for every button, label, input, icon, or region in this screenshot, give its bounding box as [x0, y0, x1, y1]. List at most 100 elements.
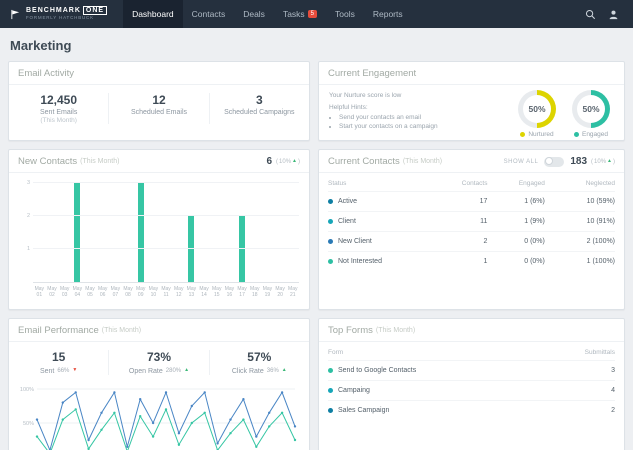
new-contacts-header: New Contacts (This Month) 6 10%: [9, 150, 309, 173]
neglected-cell: 10 (91%): [545, 218, 615, 225]
column-header-form: Form: [328, 349, 533, 356]
nav-item-tools[interactable]: Tools: [326, 0, 364, 28]
card-title: Top Forms: [328, 325, 373, 336]
form-row[interactable]: Send to Google Contacts3: [328, 360, 615, 380]
x-tick-label: May 09: [134, 286, 147, 299]
form-value: 4: [533, 387, 615, 394]
nav-item-dashboard[interactable]: Dashboard: [123, 0, 183, 28]
brand[interactable]: BENCHMARKONE FORMERLY HATCHBUCK: [0, 7, 117, 21]
form-name: Campaing: [338, 387, 370, 394]
form-name: Sales Campaign: [338, 407, 389, 414]
x-tick-label: May 07: [109, 286, 122, 299]
stat-value: 57%: [214, 350, 305, 364]
form-row[interactable]: Sales Campaign2: [328, 400, 615, 420]
brand-tagline: FORMERLY HATCHBUCK: [26, 16, 107, 21]
current-contacts-delta-arrow: [607, 159, 612, 164]
x-tick-label: May 01: [33, 286, 46, 299]
stat: 57%Click Rate36%: [209, 350, 309, 375]
user-icon[interactable]: [608, 9, 619, 20]
stat: 12,450Sent Emails(This Month): [9, 93, 108, 124]
new-contacts-xlabels: May 01May 02May 03May 04May 05May 06May …: [33, 286, 299, 299]
tasks-badge: 5: [308, 10, 317, 18]
donut-legend: Engaged: [572, 131, 610, 138]
y-tick-label: 3: [19, 180, 30, 186]
x-tick-label: May 04: [71, 286, 84, 299]
status-dot: [328, 199, 333, 204]
brand-text: BENCHMARKONE FORMERLY HATCHBUCK: [26, 7, 107, 21]
svg-text:100%: 100%: [20, 387, 34, 393]
contacts-table-body: Active171 (6%)10 (59%)Client111 (9%)10 (…: [328, 191, 615, 271]
form-cell: Send to Google Contacts: [328, 367, 533, 374]
dashboard-grid: Email Activity 12,450Sent Emails(This Mo…: [0, 61, 633, 450]
status-dot: [328, 239, 333, 244]
stat-value: 12: [113, 93, 204, 107]
bar-column: [172, 183, 185, 282]
bar-column: [286, 183, 299, 282]
stat-value: 73%: [113, 350, 204, 364]
stat: 3Scheduled Campaigns: [209, 93, 309, 124]
new-contacts-metric: 6 10%: [266, 156, 300, 167]
bar-column: [160, 183, 173, 282]
stat: 12 Scheduled Emails: [108, 93, 208, 124]
bar-column: [210, 183, 223, 282]
stat-value: 12,450: [13, 93, 104, 107]
card-subtitle: (This Month): [376, 327, 415, 334]
nav-item-label: Tasks: [283, 9, 305, 19]
bar-column: [185, 183, 198, 282]
new-contacts-plot: 123: [33, 183, 299, 283]
bar-column: [46, 183, 59, 282]
stat-value: 3: [214, 93, 305, 107]
form-dot: [328, 408, 333, 413]
bar-column: [261, 183, 274, 282]
gridline: [33, 215, 299, 216]
nav-item-contacts[interactable]: Contacts: [183, 0, 235, 28]
email-performance-header: Email Performance (This Month): [9, 319, 309, 342]
form-cell: Sales Campaign: [328, 407, 533, 414]
top-bar: BENCHMARKONE FORMERLY HATCHBUCK Dashboar…: [0, 0, 633, 28]
stat-label: Scheduled Emails: [113, 109, 204, 116]
search-icon[interactable]: [585, 9, 596, 20]
top-forms-header: Top Forms (This Month): [319, 319, 624, 342]
email-performance-chart: 100%50%0%: [15, 381, 303, 450]
x-tick-label: May 15: [210, 286, 223, 299]
x-tick-label: May 08: [122, 286, 135, 299]
bars: [33, 183, 299, 282]
contacts-cell: 1: [430, 258, 487, 265]
stat-delta: 36%: [267, 368, 279, 374]
contacts-cell: 17: [430, 198, 487, 205]
x-tick-label: May 19: [261, 286, 274, 299]
new-contacts-card: New Contacts (This Month) 6 10% 123 May …: [8, 149, 310, 310]
x-tick-label: May 20: [274, 286, 287, 299]
legend-label: Nurtured: [528, 131, 553, 138]
show-all-toggle[interactable]: [544, 157, 564, 167]
card-title: Current Contacts: [328, 156, 400, 167]
up-arrow-icon: [184, 368, 189, 373]
current-contacts-card: Current Contacts (This Month) SHOW ALL 1…: [318, 149, 625, 310]
form-row[interactable]: Campaing 4: [328, 380, 615, 400]
stat-label-row: Sent66%: [13, 366, 104, 375]
nav-item-reports[interactable]: Reports: [364, 0, 412, 28]
contacts-table: StatusContactsEngagedNeglected Active171…: [319, 173, 624, 273]
metric-total: 183: [570, 156, 587, 167]
brand-name: BENCHMARKONE: [26, 7, 107, 15]
contacts-table-head: StatusContactsEngagedNeglected: [328, 175, 615, 191]
nav-item-deals[interactable]: Deals: [234, 0, 274, 28]
metric-delta-value: 10%: [594, 159, 606, 165]
x-tick-label: May 05: [84, 286, 97, 299]
bar: [74, 183, 80, 282]
x-tick-label: May 11: [160, 286, 173, 299]
donut-legend: Nurtured: [518, 131, 556, 138]
hint-item: Start your contacts on a campaign: [339, 122, 512, 132]
form-value: 3: [533, 367, 615, 374]
current-engagement-header: Current Engagement: [319, 62, 624, 85]
nav-item-tasks[interactable]: Tasks5: [274, 0, 326, 28]
toggle-knob: [545, 157, 553, 165]
x-tick-label: May 21: [286, 286, 299, 299]
bar-column: [236, 183, 249, 282]
x-tick-label: May 14: [198, 286, 211, 299]
engaged-cell: 1 (6%): [487, 198, 544, 205]
email-performance-card: Email Performance (This Month) 15Sent66%…: [8, 318, 310, 450]
show-all-label: SHOW ALL: [504, 159, 539, 165]
metric-delta: 10%: [276, 159, 300, 165]
top-nav: DashboardContactsDealsTasks5ToolsReports: [123, 0, 412, 28]
